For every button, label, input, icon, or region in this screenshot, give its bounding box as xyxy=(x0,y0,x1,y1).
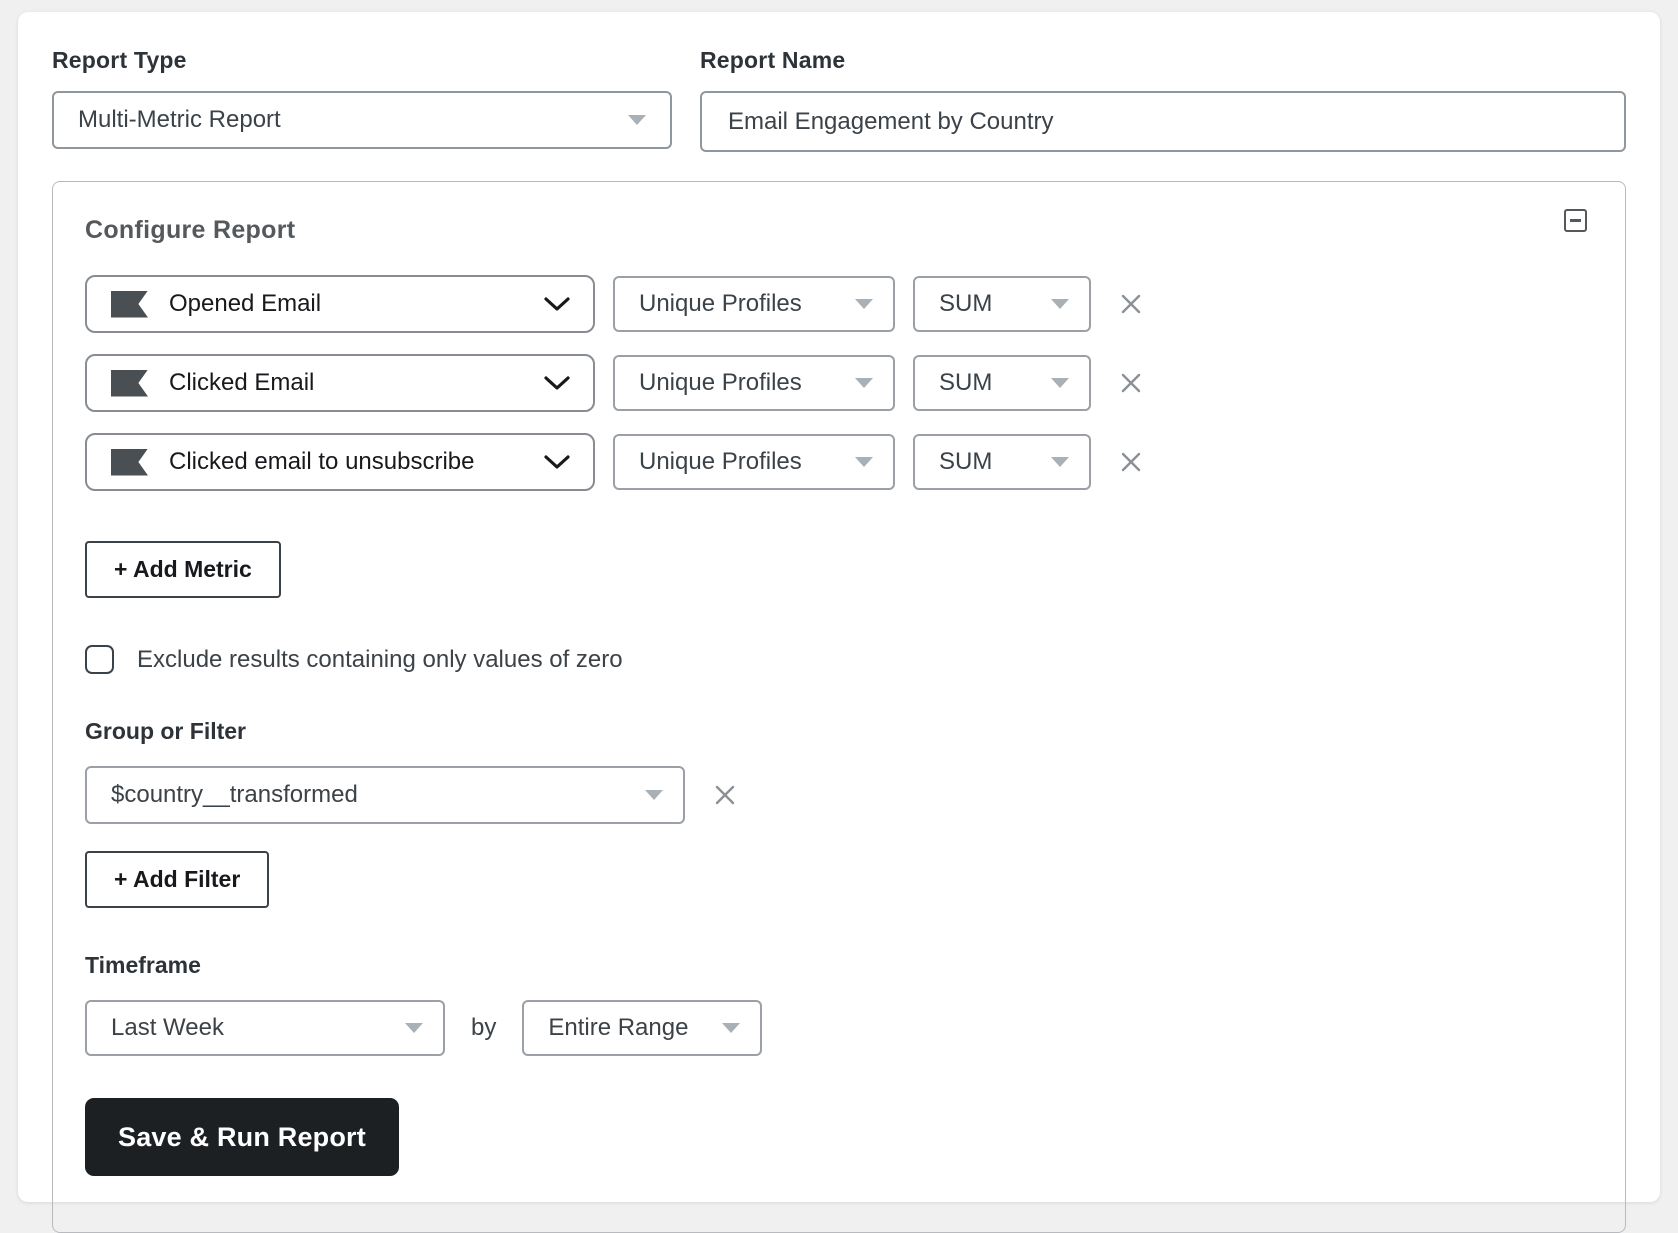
close-icon xyxy=(1121,373,1141,393)
report-name-field: Report Name xyxy=(700,47,1626,152)
filter-row: $country__transformed xyxy=(85,766,1591,824)
minus-icon xyxy=(1570,219,1581,222)
collapse-section-button[interactable] xyxy=(1564,209,1587,232)
caret-down-icon xyxy=(405,1023,423,1033)
caret-down-icon xyxy=(1051,299,1069,309)
report-builder-card: Report Type Multi-Metric Report Report N… xyxy=(18,12,1660,1233)
report-header-row: Report Type Multi-Metric Report Report N… xyxy=(52,47,1626,152)
chevron-down-icon xyxy=(628,115,646,125)
aggregation-value: SUM xyxy=(939,369,993,396)
remove-filter-button[interactable] xyxy=(712,782,738,808)
configure-report-section: Configure Report Opened Email Unique Pro… xyxy=(52,181,1626,1233)
exclude-zero-label: Exclude results containing only values o… xyxy=(137,645,623,673)
caret-down-icon xyxy=(1051,457,1069,467)
metric-row: Clicked Email Unique Profiles SUM xyxy=(85,354,1591,412)
remove-metric-button[interactable] xyxy=(1118,291,1144,317)
add-metric-button[interactable]: + Add Metric xyxy=(85,541,281,598)
chevron-down-icon xyxy=(544,297,570,311)
by-label: by xyxy=(471,1014,497,1041)
measurement-value: Unique Profiles xyxy=(639,369,802,396)
timeframe-range-value: Last Week xyxy=(111,1014,224,1041)
report-type-value: Multi-Metric Report xyxy=(78,106,281,133)
group-or-filter-label: Group or Filter xyxy=(85,718,246,744)
close-icon xyxy=(715,785,735,805)
metric-row: Opened Email Unique Profiles SUM xyxy=(85,275,1591,333)
metric-row: Clicked email to unsubscribe Unique Prof… xyxy=(85,433,1591,491)
group-by-value: $country__transformed xyxy=(111,781,358,808)
close-icon xyxy=(1121,294,1141,314)
caret-down-icon xyxy=(645,790,663,800)
metric-flag-icon xyxy=(111,448,148,476)
measurement-select[interactable]: Unique Profiles xyxy=(613,276,895,332)
report-name-input[interactable] xyxy=(700,91,1626,152)
aggregation-select[interactable]: SUM xyxy=(913,434,1091,490)
save-and-run-report-button[interactable]: Save & Run Report xyxy=(85,1098,399,1176)
measurement-select[interactable]: Unique Profiles xyxy=(613,355,895,411)
report-type-label: Report Type xyxy=(52,47,187,73)
caret-down-icon xyxy=(855,378,873,388)
metric-select[interactable]: Clicked email to unsubscribe xyxy=(85,433,595,491)
aggregation-select[interactable]: SUM xyxy=(913,355,1091,411)
aggregation-value: SUM xyxy=(939,448,993,475)
caret-down-icon xyxy=(1051,378,1069,388)
metric-flag-icon xyxy=(111,369,148,397)
caret-down-icon xyxy=(855,299,873,309)
metric-select[interactable]: Clicked Email xyxy=(85,354,595,412)
timeframe-range-select[interactable]: Last Week xyxy=(85,1000,445,1056)
timeframe-grouping-select[interactable]: Entire Range xyxy=(522,1000,763,1056)
aggregation-value: SUM xyxy=(939,290,993,317)
measurement-value: Unique Profiles xyxy=(639,448,802,475)
exclude-zero-checkbox[interactable] xyxy=(85,645,114,674)
aggregation-select[interactable]: SUM xyxy=(913,276,1091,332)
timeframe-grouping-value: Entire Range xyxy=(548,1014,689,1041)
metric-name: Opened Email xyxy=(169,290,322,317)
metric-select[interactable]: Opened Email xyxy=(85,275,595,333)
report-type-field: Report Type Multi-Metric Report xyxy=(52,47,672,152)
remove-metric-button[interactable] xyxy=(1118,370,1144,396)
measurement-value: Unique Profiles xyxy=(639,290,802,317)
report-type-select[interactable]: Multi-Metric Report xyxy=(52,91,672,149)
group-by-select[interactable]: $country__transformed xyxy=(85,766,685,824)
chevron-down-icon xyxy=(544,455,570,469)
exclude-zero-row: Exclude results containing only values o… xyxy=(85,645,1591,674)
remove-metric-button[interactable] xyxy=(1118,449,1144,475)
timeframe-row: Last Week by Entire Range xyxy=(85,1000,1591,1056)
report-name-label: Report Name xyxy=(700,47,846,73)
timeframe-label: Timeframe xyxy=(85,952,201,978)
caret-down-icon xyxy=(855,457,873,467)
metric-name: Clicked email to unsubscribe xyxy=(169,448,475,475)
metric-flag-icon xyxy=(111,290,148,318)
chevron-down-icon xyxy=(544,376,570,390)
add-filter-button[interactable]: + Add Filter xyxy=(85,851,270,908)
caret-down-icon xyxy=(722,1023,741,1033)
close-icon xyxy=(1121,452,1141,472)
metric-name: Clicked Email xyxy=(169,369,315,396)
measurement-select[interactable]: Unique Profiles xyxy=(613,434,895,490)
configure-report-title: Configure Report xyxy=(85,216,296,244)
